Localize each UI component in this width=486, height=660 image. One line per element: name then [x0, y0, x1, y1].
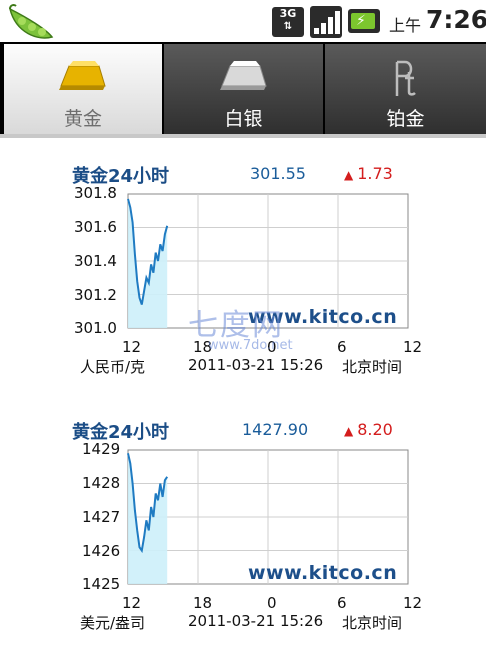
- 3g-network-icon: 3G ⇅: [272, 7, 304, 37]
- x-tick-label: 12: [122, 338, 142, 356]
- x-tick-label: 6: [337, 338, 347, 356]
- y-tick-label: 301.8: [74, 184, 117, 202]
- gold-bar-icon: [59, 61, 106, 90]
- price-unit: 美元/盎司: [80, 614, 146, 632]
- chart-datetime: 2011-03-21 15:26: [188, 612, 324, 630]
- tab-silver-label: 白银: [224, 108, 263, 130]
- x-tick-label: 12: [403, 594, 423, 612]
- chart-timezone: 北京时间: [342, 614, 403, 632]
- tab-platinum[interactable]: 铂金: [325, 44, 486, 134]
- tab-platinum-label: 铂金: [386, 108, 425, 130]
- y-tick-label: 301.4: [74, 252, 117, 270]
- y-tick-label: 1426: [82, 542, 121, 560]
- x-tick-label: 12: [122, 594, 142, 612]
- status-bar: 3G ⇅ ⚡ 上午 7:26: [0, 0, 486, 42]
- y-tick-label: 301.6: [74, 218, 117, 236]
- tab-gold-label: 黄金: [63, 108, 102, 130]
- chart-datetime: 2011-03-21 15:26: [188, 356, 324, 374]
- price-unit: 人民币/克: [80, 358, 146, 376]
- y-tick-label: 1425: [82, 575, 121, 593]
- y-tick-label: 301.2: [74, 286, 117, 304]
- y-tick-label: 1428: [82, 474, 121, 492]
- kitco-watermark: www.kitco.cn: [248, 562, 398, 584]
- gold-usd-chart: 黄金24小时 1427.90 ▲ 8.20 1429 1428 1427 1426…: [62, 418, 422, 658]
- silver-bar-icon: [219, 61, 267, 90]
- gold-cny-chart: 黄金24小时 301.55 ▲ 1.73 301.8 301.6 301.4 30…: [62, 162, 422, 402]
- platinum-pt-icon: [395, 60, 416, 96]
- x-tick-label: 6: [337, 594, 347, 612]
- x-tick-label: 0: [267, 594, 277, 612]
- tab-silver[interactable]: 白银: [164, 44, 323, 134]
- y-tick-label: 1429: [82, 440, 121, 458]
- signal-strength-icon: [310, 6, 342, 38]
- battery-charging-icon: ⚡: [348, 9, 380, 33]
- clock-time: 7:26: [426, 5, 486, 34]
- x-tick-label: 18: [193, 594, 213, 612]
- y-tick-label: 1427: [82, 508, 121, 526]
- metal-tabs: 黄金 白银 铂金: [0, 42, 486, 134]
- tab-gold[interactable]: 黄金: [4, 44, 162, 134]
- chart-timezone: 北京时间: [342, 358, 403, 376]
- tabs-divider: [0, 134, 486, 138]
- network-type-label: 3G: [279, 7, 297, 20]
- x-tick-label: 12: [403, 338, 423, 356]
- site-url-watermark: www.7do.net: [208, 338, 293, 353]
- clock-ampm: 上午: [389, 16, 422, 35]
- pea-pod-icon: [8, 4, 54, 39]
- y-tick-label: 301.0: [74, 319, 117, 337]
